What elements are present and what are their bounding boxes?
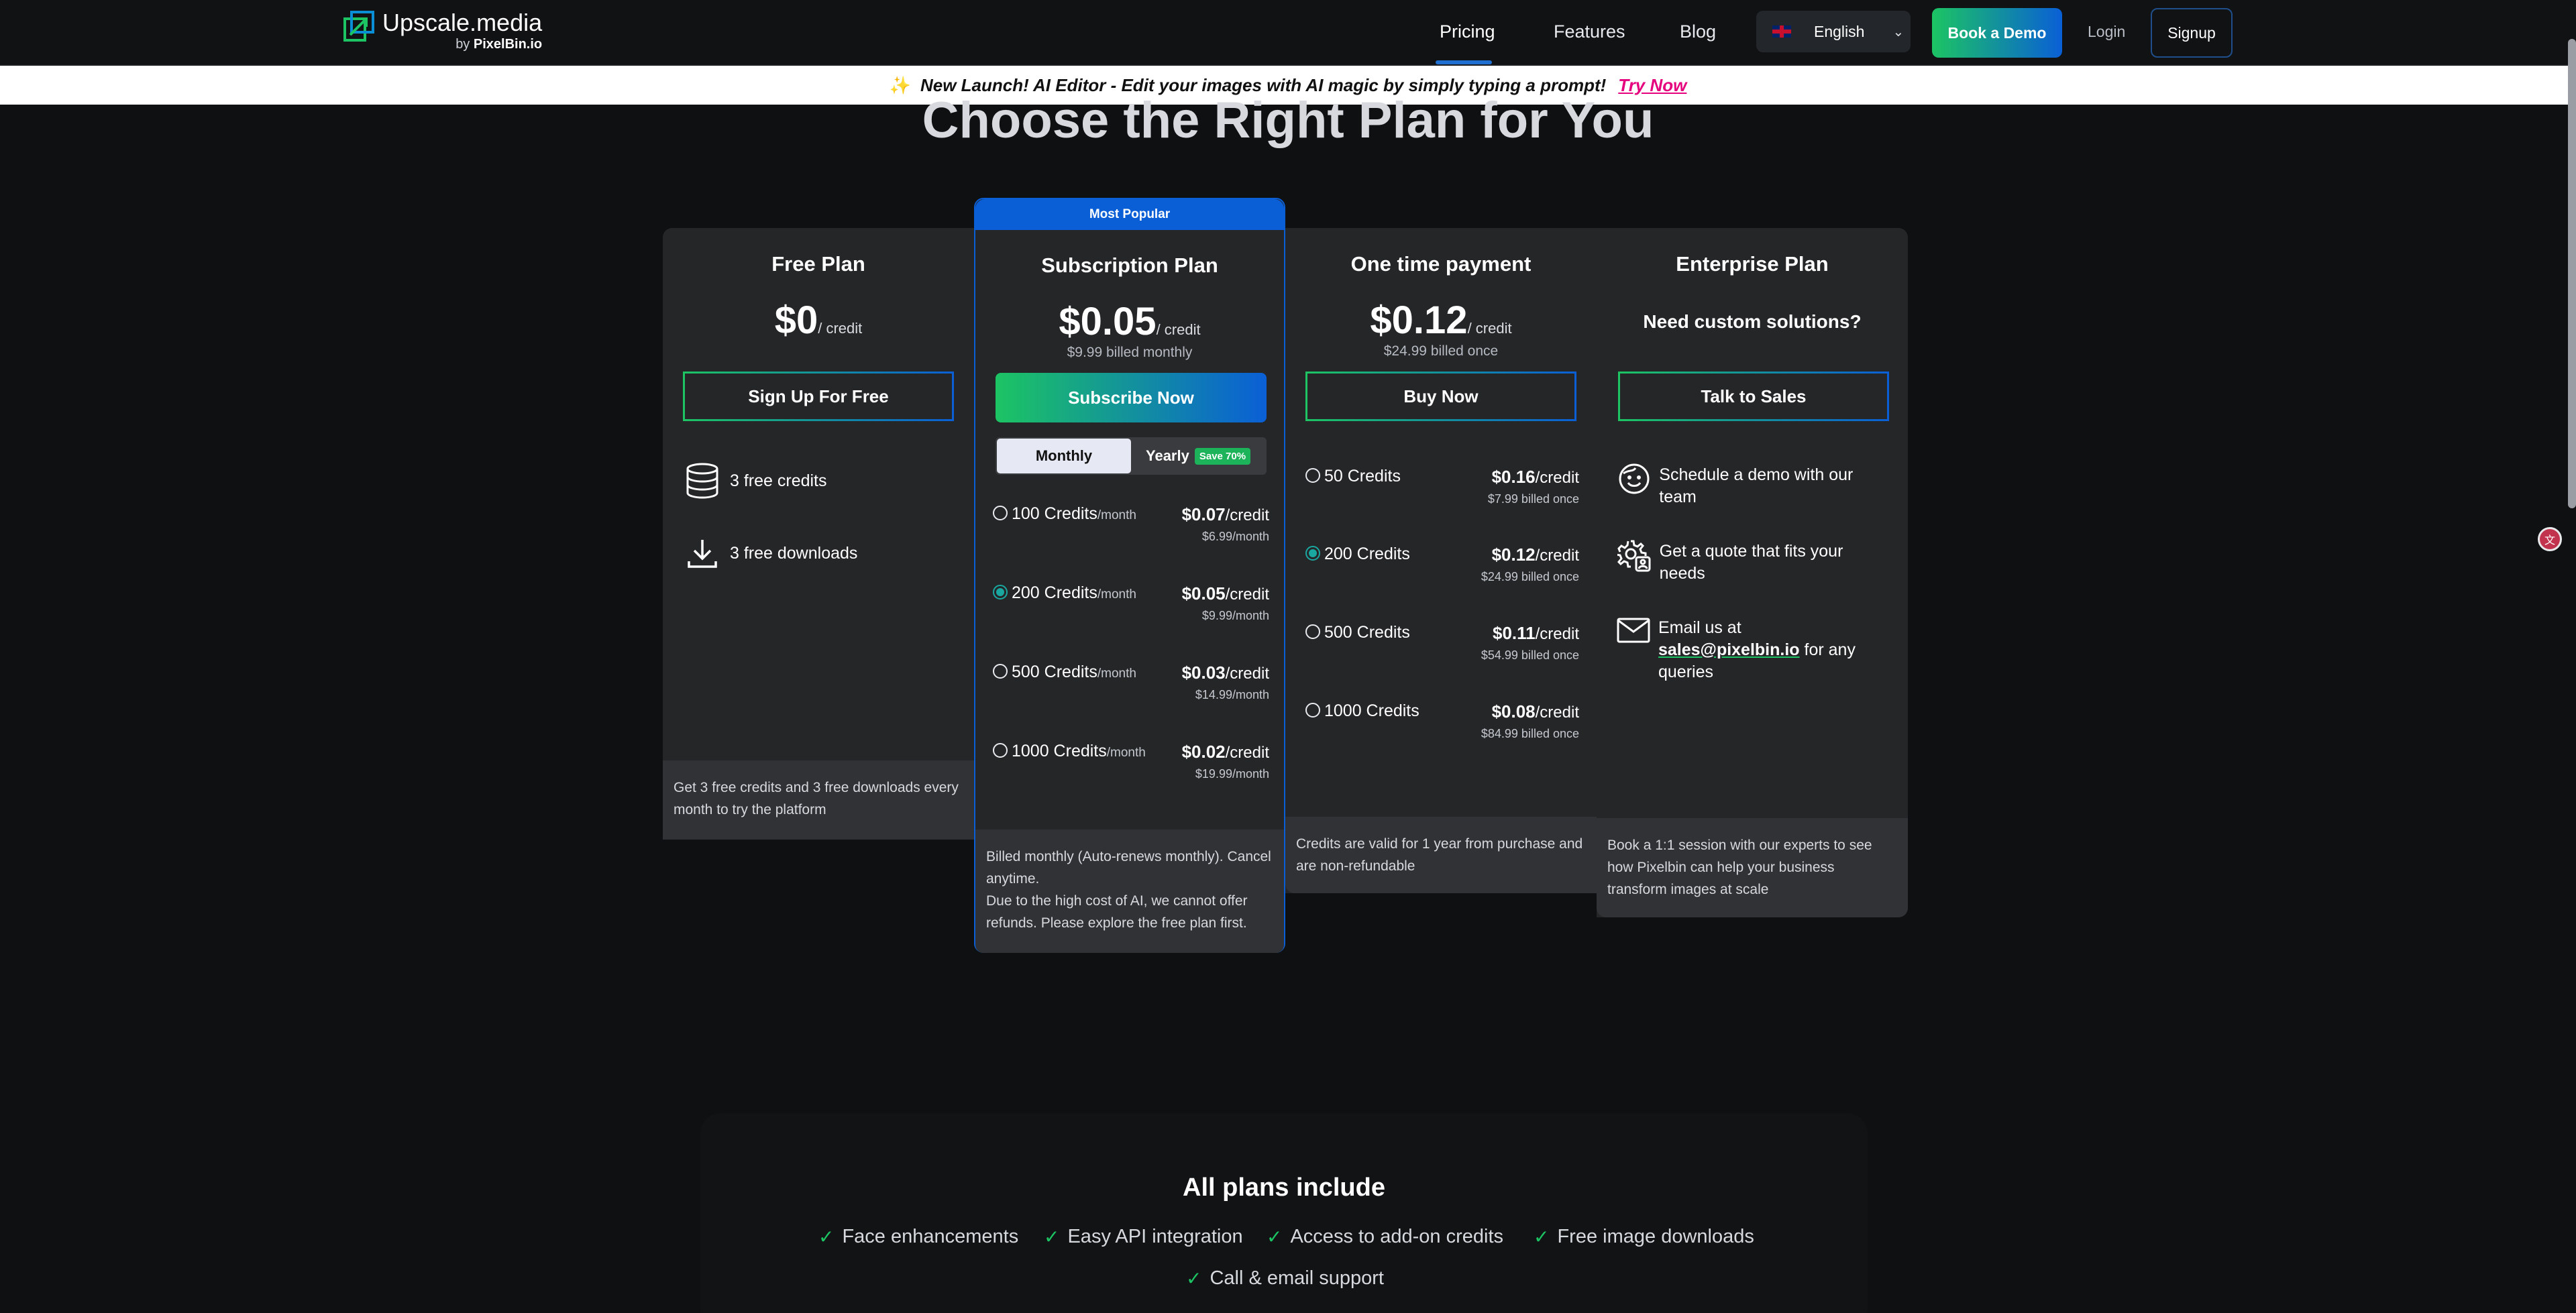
- plan-note: Billed monthly (Auto-renews monthly). Ca…: [975, 830, 1284, 953]
- plan-note: Get 3 free credits and 3 free downloads …: [663, 760, 974, 840]
- subscription-plan-card: Most Popular Subscription Plan $0.05/ cr…: [974, 198, 1285, 953]
- signup-button[interactable]: Signup: [2151, 8, 2233, 58]
- feature-item: Email us at sales@pixelbin.io for any qu…: [1617, 617, 1892, 683]
- check-icon: ✓: [818, 1226, 835, 1247]
- included-feature: ✓ Free image downloads: [1534, 1226, 1754, 1247]
- all-plans-section: All plans include ✓ Face enhancements ✓ Ea…: [700, 1113, 1868, 1313]
- included-feature: ✓ Access to add-on credits: [1267, 1226, 1504, 1247]
- plan-note: Book a 1:1 session with our experts to s…: [1597, 818, 1908, 917]
- nav-features[interactable]: Features: [1554, 21, 1625, 42]
- radio-button[interactable]: [993, 664, 1008, 679]
- brand-logo[interactable]: Upscale.media by PixelBin.io: [342, 8, 542, 55]
- active-nav-indicator: [1436, 60, 1492, 64]
- talk-to-sales-button[interactable]: Talk to Sales: [1618, 372, 1889, 421]
- subscribe-now-button[interactable]: Subscribe Now: [996, 373, 1267, 422]
- enterprise-headline: Need custom solutions?: [1643, 311, 1862, 332]
- brand-sub: by PixelBin.io: [455, 37, 543, 52]
- tier-option[interactable]: 1000 Credits $0.08/credit $84.99 billed …: [1305, 699, 1579, 746]
- tier-option[interactable]: 500 Credits $0.11/credit $54.99 billed o…: [1305, 620, 1579, 667]
- download-icon: [683, 534, 722, 573]
- radio-button[interactable]: [1305, 703, 1320, 718]
- free-plan-card: Free Plan $0/ credit Sign Up For Free 3 …: [663, 228, 974, 840]
- feature-item: 3 free downloads: [683, 534, 857, 573]
- toggle-yearly[interactable]: Yearly Save 70%: [1146, 447, 1251, 465]
- billed-text: $9.99 billed monthly: [1067, 345, 1193, 360]
- plan-price: $0/ credit: [774, 298, 863, 342]
- save-badge: Save 70%: [1194, 447, 1251, 465]
- tier-option[interactable]: 100 Credits/month $0.07/credit $6.99/mon…: [993, 502, 1269, 549]
- sign-up-free-button[interactable]: Sign Up For Free: [683, 372, 954, 421]
- book-demo-button[interactable]: Book a Demo: [1932, 8, 2062, 58]
- language-label: English: [1814, 22, 1865, 40]
- plan-name: Enterprise Plan: [1676, 252, 1829, 276]
- included-feature: ✓ Face enhancements: [818, 1226, 1019, 1247]
- nav-blog[interactable]: Blog: [1680, 21, 1716, 42]
- tier-option[interactable]: 500 Credits/month $0.03/credit $14.99/mo…: [993, 660, 1269, 707]
- upscale-logo-icon: [342, 9, 376, 43]
- page-scrollbar[interactable]: [2568, 39, 2576, 508]
- enterprise-plan-card: Enterprise Plan Need custom solutions? T…: [1597, 228, 1908, 917]
- billing-toggle: Monthly Yearly Save 70%: [996, 437, 1267, 475]
- sales-email-link[interactable]: sales@pixelbin.io: [1658, 640, 1800, 659]
- gear-user-icon: [1617, 538, 1652, 573]
- radio-button[interactable]: [1305, 468, 1320, 483]
- brand-name: Upscale.media: [382, 9, 543, 36]
- plan-name: Free Plan: [771, 252, 865, 276]
- feature-item: 3 free credits: [683, 461, 827, 500]
- tier-option[interactable]: 1000 Credits/month $0.02/credit $19.99/m…: [993, 739, 1269, 786]
- included-feature: ✓ Easy API integration: [1044, 1226, 1243, 1247]
- plan-price: $0.12/ credit: [1370, 298, 1512, 342]
- radio-button[interactable]: [993, 506, 1008, 520]
- radio-button[interactable]: [1305, 624, 1320, 639]
- feature-item: Get a quote that fits your needs: [1617, 540, 1892, 585]
- all-plans-title: All plans include: [1183, 1174, 1385, 1202]
- most-popular-badge: Most Popular: [975, 199, 1284, 230]
- toggle-monthly[interactable]: Monthly: [997, 439, 1131, 473]
- check-icon: ✓: [1044, 1226, 1060, 1247]
- feature-item: Schedule a demo with our team: [1617, 461, 1892, 508]
- radio-button-selected[interactable]: [1305, 546, 1320, 561]
- smiley-face-icon: [1617, 461, 1651, 496]
- uk-flag-icon: [1772, 25, 1791, 38]
- plan-name: Subscription Plan: [1041, 253, 1218, 277]
- one-time-plan-card: One time payment $0.12/ credit $24.99 bi…: [1285, 228, 1597, 893]
- tier-option[interactable]: 50 Credits $0.16/credit $7.99 billed onc…: [1305, 464, 1579, 511]
- included-feature: ✓ Call & email support: [1186, 1267, 1384, 1289]
- check-icon: ✓: [1534, 1226, 1550, 1247]
- nav-pricing[interactable]: Pricing: [1440, 21, 1495, 42]
- plan-price: $0.05/ credit: [1059, 300, 1201, 343]
- tier-option[interactable]: 200 Credits $0.12/credit $24.99 billed o…: [1305, 542, 1579, 589]
- language-selector[interactable]: English ⌄: [1756, 11, 1911, 52]
- page-title: Choose the Right Plan for You: [922, 92, 1654, 149]
- translate-widget-icon[interactable]: 文: [2538, 527, 2562, 551]
- database-icon: [683, 461, 722, 500]
- radio-button-selected[interactable]: [993, 585, 1008, 600]
- login-link[interactable]: Login: [2088, 23, 2125, 41]
- buy-now-button[interactable]: Buy Now: [1305, 372, 1576, 421]
- plan-note: Credits are valid for 1 year from purcha…: [1285, 817, 1597, 893]
- chevron-down-icon: ⌄: [1892, 24, 1904, 40]
- top-navbar: Upscale.media by PixelBin.io Pricing Fea…: [0, 0, 2576, 66]
- plan-name: One time payment: [1350, 252, 1532, 276]
- check-icon: ✓: [1186, 1268, 1202, 1289]
- check-icon: ✓: [1267, 1226, 1283, 1247]
- radio-button[interactable]: [993, 743, 1008, 758]
- tier-option[interactable]: 200 Credits/month $0.05/credit $9.99/mon…: [993, 581, 1269, 628]
- billed-text: $24.99 billed once: [1383, 343, 1499, 359]
- mail-icon: [1617, 613, 1650, 648]
